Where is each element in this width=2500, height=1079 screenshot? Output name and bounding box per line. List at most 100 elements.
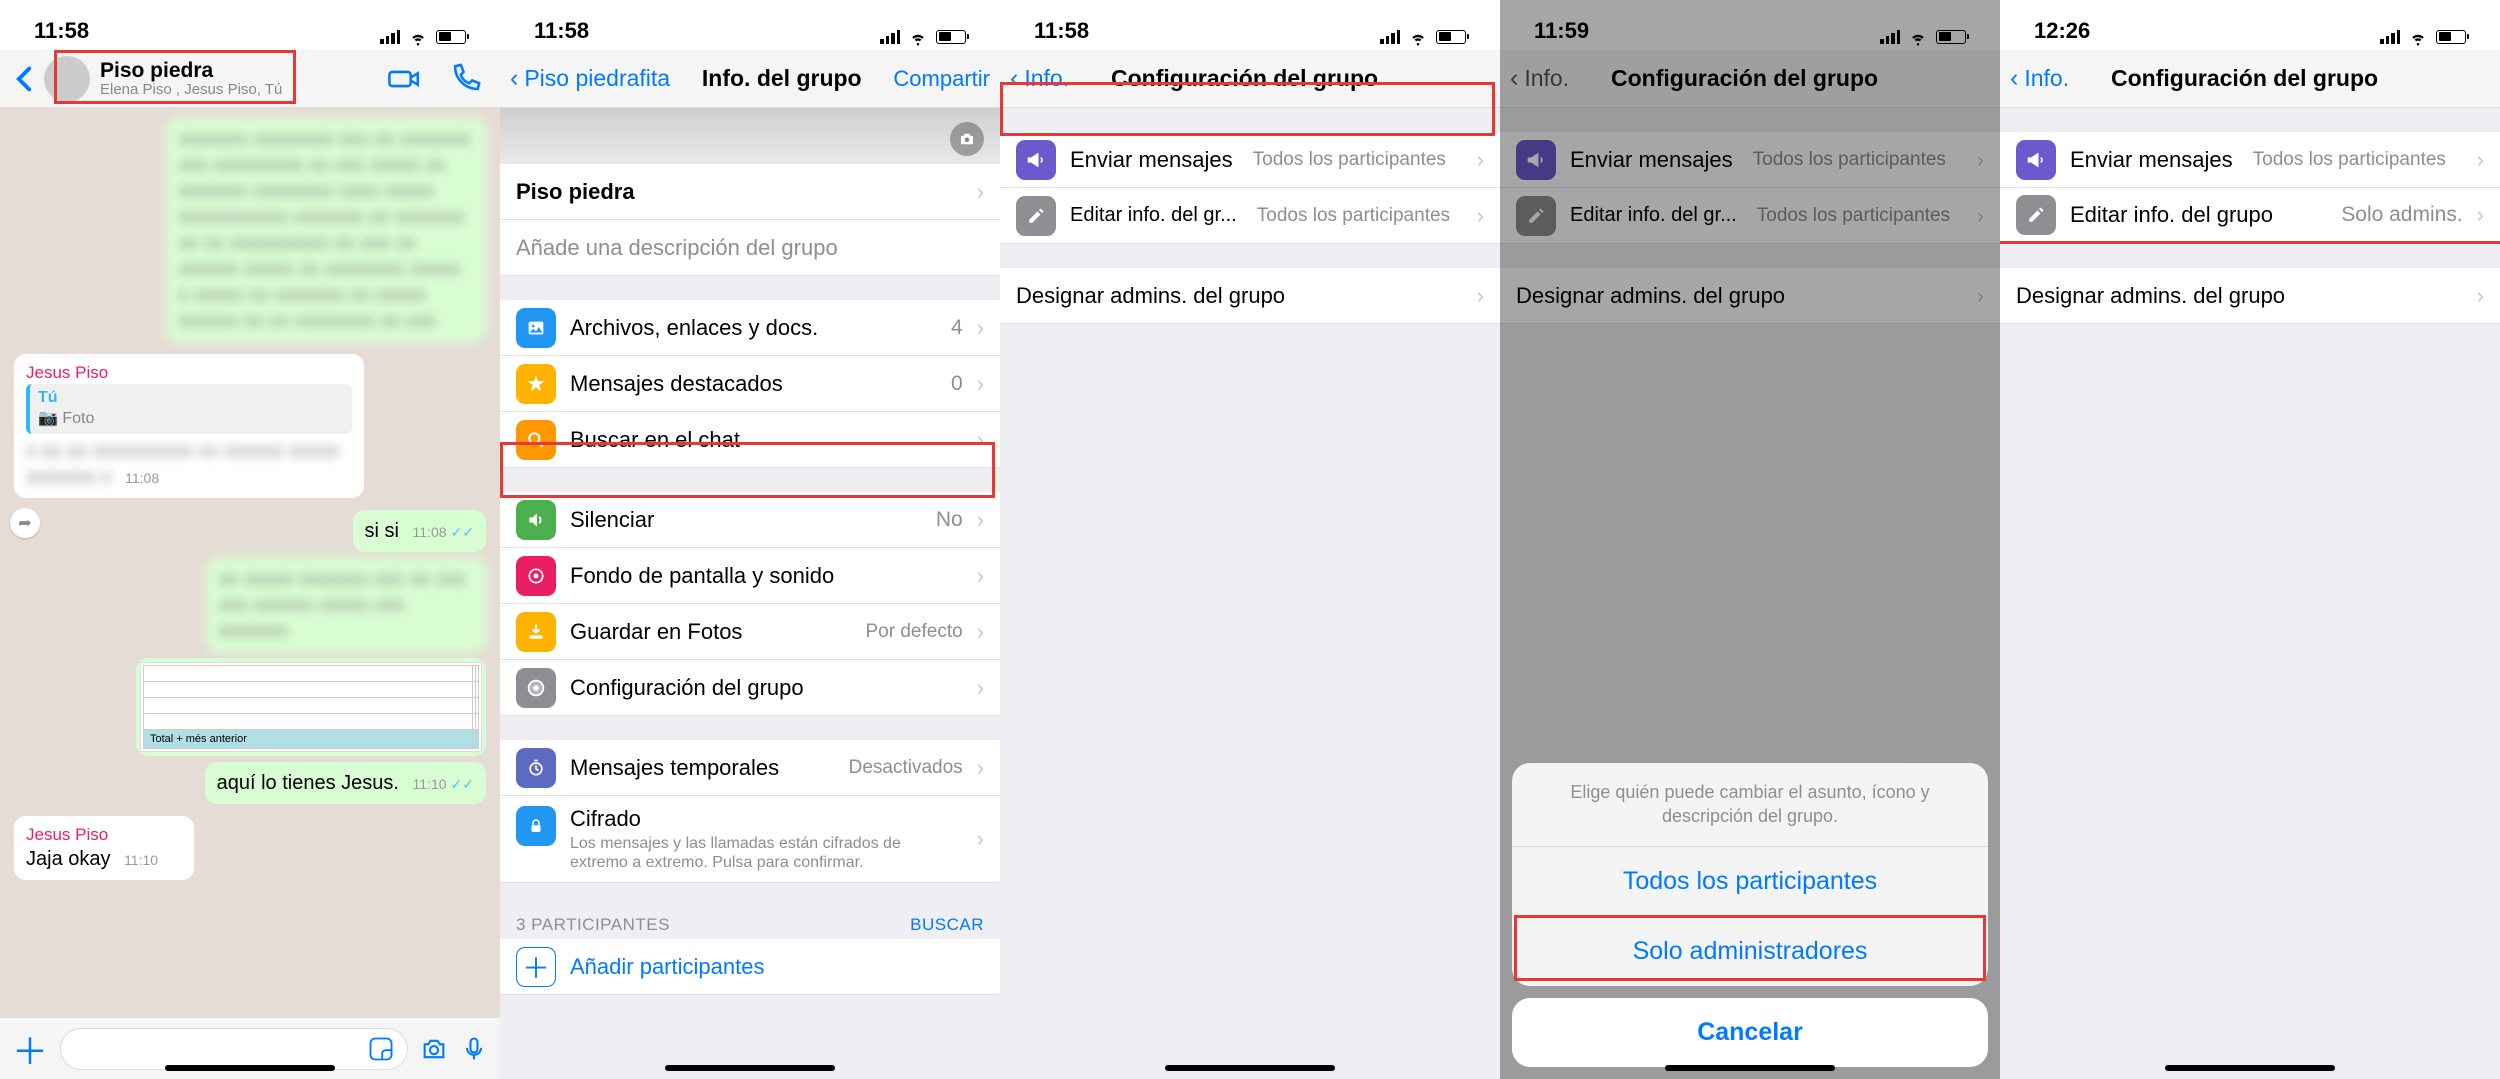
group-photo[interactable]	[500, 108, 1000, 164]
page-title: Configuración del grupo	[2035, 65, 2454, 92]
group-description-row[interactable]: Añade una descripción del grupo	[500, 220, 1000, 276]
nav-bar: ‹ Info. Configuración del grupo	[1000, 50, 1500, 108]
camera-overlay-icon[interactable]	[950, 122, 984, 156]
nav-bar: ‹ Info. Configuración del grupo	[2000, 50, 2500, 108]
back-icon[interactable]: ‹	[2010, 64, 2018, 93]
sheet-cancel[interactable]: Cancelar	[1512, 998, 1988, 1067]
search-participants[interactable]: BUSCAR	[910, 915, 984, 935]
msg-aqui: aquí lo tienes Jesus.	[217, 772, 399, 794]
forward-icon[interactable]: ➦	[10, 508, 40, 538]
row-temporales[interactable]: Mensajes temporales Desactivados›	[500, 740, 1000, 796]
row-cifrado[interactable]: Cifrado Los mensajes y las llamadas está…	[500, 796, 1000, 883]
row-designar-admins[interactable]: Designar admins. del grupo›	[2000, 268, 2500, 324]
page-title: Configuración del grupo	[1035, 65, 1454, 92]
star-icon: ★	[516, 364, 556, 404]
sheet-total-label: Total + més anterior	[144, 729, 473, 748]
screen-chat: 11:58 Piso piedra Elena Piso , Jesus Pis…	[0, 0, 500, 1079]
row-editar-info[interactable]: Editar info. del gr... Todos los partici…	[1000, 188, 1500, 244]
status-bar: 11:58	[1000, 0, 1500, 50]
page-title: Info. del grupo	[676, 65, 887, 92]
status-bar: 11:58	[0, 0, 500, 50]
cifrado-label: Cifrado	[570, 806, 963, 832]
camera-icon[interactable]	[420, 1035, 448, 1063]
gear-icon	[516, 668, 556, 708]
save-icon	[516, 612, 556, 652]
time: 11:58	[34, 18, 89, 44]
reply-subject: 📷 Foto	[38, 410, 94, 427]
home-indicator	[2165, 1065, 2335, 1071]
screen-group-info: 11:58 ‹ Piso piedrafita Info. del grupo …	[500, 0, 1000, 1079]
battery-icon	[436, 30, 466, 44]
row-configuracion[interactable]: Configuración del grupo›	[500, 660, 1000, 716]
megaphone-icon	[2016, 140, 2056, 180]
participants-header: 3 PARTICIPANTES BUSCAR	[500, 907, 1000, 939]
back-icon[interactable]	[10, 66, 38, 92]
status-icons	[380, 29, 466, 44]
time: 12:26	[2034, 18, 2090, 44]
sender-name-2: Jesus Piso	[26, 824, 182, 846]
row-editar-info-updated[interactable]: Editar info. del grupo Solo admins.›	[2000, 188, 2500, 244]
search-icon	[516, 420, 556, 460]
config-content: Enviar mensajes Todos los participantes›…	[1000, 108, 1500, 1079]
home-indicator	[165, 1065, 335, 1071]
row-archivos[interactable]: Archivos, enlaces y docs. 4›	[500, 300, 1000, 356]
attach-button[interactable]: ＋	[12, 1023, 48, 1075]
screen-action-sheet: 11:59 ‹ Info. Configuración del grupo En…	[1500, 0, 2000, 1079]
row-add-participants[interactable]: ＋ Añadir participantes	[500, 939, 1000, 995]
chat-messages[interactable]: xxxxxxx xxxxxxxx xxx xx xxxxxxx xxx xxxx…	[0, 108, 500, 1079]
megaphone-icon	[1016, 140, 1056, 180]
row-guardar[interactable]: Guardar en Fotos Por defecto›	[500, 604, 1000, 660]
row-buscar[interactable]: Buscar en el chat›	[500, 412, 1000, 468]
signal-icon	[380, 29, 400, 44]
group-avatar	[44, 56, 90, 102]
time: 11:58	[534, 18, 589, 44]
action-sheet: Elige quién puede cambiar el asunto, íco…	[1500, 751, 2000, 1079]
mute-icon	[516, 500, 556, 540]
mic-icon[interactable]	[460, 1035, 488, 1063]
back-icon[interactable]: ‹	[510, 64, 518, 93]
video-call-icon[interactable]	[388, 62, 422, 96]
msg-jaja: Jaja okay	[26, 848, 111, 870]
time: 11:58	[1034, 18, 1089, 44]
home-indicator	[1165, 1065, 1335, 1071]
voice-call-icon[interactable]	[448, 62, 482, 96]
screen-group-config: 11:58 ‹ Info. Configuración del grupo En…	[1000, 0, 1500, 1079]
info-content[interactable]: Piso piedra › Añade una descripción del …	[500, 108, 1000, 1079]
status-bar: 12:26	[2000, 0, 2500, 50]
group-name-row[interactable]: Piso piedra ›	[500, 164, 1000, 220]
config-content: Enviar mensajes Todos los participantes›…	[2000, 108, 2500, 1079]
row-silenciar[interactable]: Silenciar No›	[500, 492, 1000, 548]
row-enviar-mensajes[interactable]: Enviar mensajes Todos los participantes›	[1000, 132, 1500, 188]
back-label[interactable]: Piso piedrafita	[524, 65, 670, 92]
sheet-option-admins[interactable]: Solo administradores	[1512, 917, 1988, 986]
chat-subtitle: Elena Piso , Jesus Piso, Tú	[100, 82, 282, 99]
msg-sisi: si si	[365, 520, 399, 542]
row-destacados[interactable]: ★ Mensajes destacados 0›	[500, 356, 1000, 412]
message-input[interactable]	[60, 1028, 408, 1070]
share-button[interactable]: Compartir	[893, 66, 990, 92]
sheet-note: Elige quién puede cambiar el asunto, íco…	[1512, 763, 1988, 847]
add-description: Añade una descripción del grupo	[516, 235, 984, 261]
screen-config-updated: 12:26 ‹ Info. Configuración del grupo En…	[2000, 0, 2500, 1079]
row-fondo[interactable]: Fondo de pantalla y sonido›	[500, 548, 1000, 604]
row-designar-admins[interactable]: Designar admins. del grupo›	[1000, 268, 1500, 324]
lock-icon	[516, 806, 556, 846]
group-name: Piso piedra	[516, 179, 963, 205]
chat-title: Piso piedra	[100, 59, 282, 82]
wifi-icon	[408, 30, 428, 44]
status-bar: 11:58	[500, 0, 1000, 50]
pencil-icon	[1016, 196, 1056, 236]
sender-name: Jesus Piso	[26, 362, 352, 384]
add-icon: ＋	[516, 947, 556, 987]
pencil-icon	[2016, 195, 2056, 235]
wallpaper-icon	[516, 556, 556, 596]
sticker-icon[interactable]	[367, 1035, 395, 1063]
chat-title-tap[interactable]: Piso piedra Elena Piso , Jesus Piso, Tú	[44, 56, 382, 102]
sheet-option-todos[interactable]: Todos los participantes	[1512, 847, 1988, 917]
chat-header: Piso piedra Elena Piso , Jesus Piso, Tú	[0, 50, 500, 108]
reply-who: Tú	[38, 389, 58, 406]
back-icon[interactable]: ‹	[1010, 64, 1018, 93]
row-enviar-mensajes[interactable]: Enviar mensajes Todos los participantes›	[2000, 132, 2500, 188]
timer-icon	[516, 748, 556, 788]
cifrado-sub: Los mensajes y las llamadas están cifrad…	[570, 832, 963, 872]
